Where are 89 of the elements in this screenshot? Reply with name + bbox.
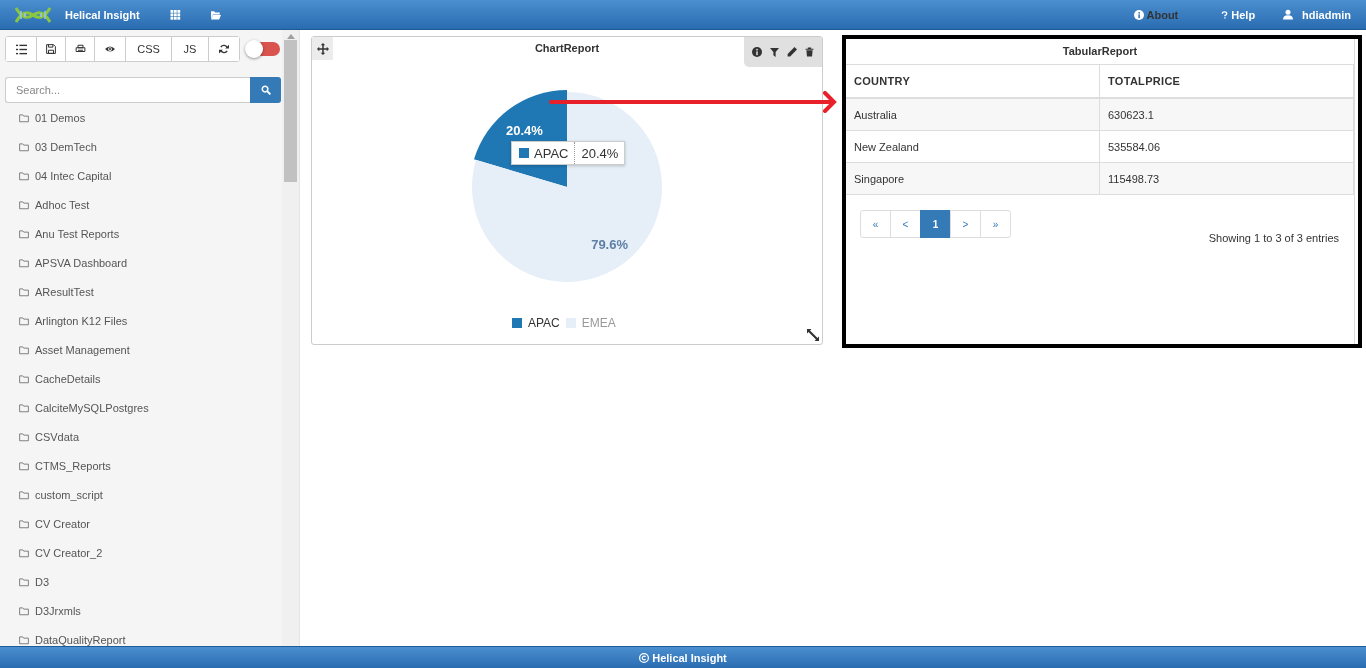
- tooltip-label: APAC: [534, 145, 569, 161]
- tooltip-value: 20.4%: [580, 145, 620, 161]
- search-button[interactable]: [250, 77, 281, 103]
- folder-item[interactable]: 03 DemTech: [5, 140, 282, 154]
- color-swatch: [519, 148, 529, 158]
- folder-icon: [18, 200, 30, 210]
- folder-item[interactable]: CTMS_Reports: [5, 459, 282, 473]
- folder-icon: [18, 316, 30, 326]
- move-handle[interactable]: [312, 37, 333, 60]
- folder-item[interactable]: CacheDetails: [5, 372, 282, 386]
- help-link[interactable]: Help: [1221, 8, 1256, 21]
- list-icon: [15, 43, 27, 55]
- folder-item[interactable]: Adhoc Test: [5, 198, 282, 212]
- page-button[interactable]: >: [950, 210, 981, 238]
- color-swatch: [565, 318, 576, 328]
- folder-item[interactable]: CalciteMySQLPostgres: [5, 401, 282, 415]
- page-button[interactable]: 1: [920, 210, 951, 238]
- folder-item[interactable]: CSVdata: [5, 430, 282, 444]
- search-icon: [260, 85, 271, 95]
- folder-item[interactable]: DataQualityReport: [5, 633, 282, 646]
- pencil-icon: [787, 47, 797, 57]
- app-title: Helical Insight: [65, 8, 140, 21]
- scroll-thumb[interactable]: [284, 40, 297, 182]
- folder-icon: [18, 287, 30, 297]
- folder-item[interactable]: CV Creator: [5, 517, 282, 531]
- user-icon: [1283, 9, 1294, 20]
- toggle-switch[interactable]: [246, 42, 280, 56]
- folder-icon: [18, 461, 30, 471]
- folder-icon: [18, 345, 30, 355]
- color-swatch: [512, 318, 522, 328]
- refresh-icon: [219, 44, 229, 54]
- folder-item[interactable]: AResultTest: [5, 285, 282, 299]
- table-cell: 115498.73: [1099, 162, 1354, 195]
- folder-icon: [18, 548, 30, 558]
- table-cell: 630623.1: [1099, 98, 1354, 131]
- data-label: 79.6%: [591, 237, 629, 253]
- folder-icon: [18, 374, 30, 384]
- data-label: 20.4%: [505, 122, 543, 138]
- trash-icon: [805, 47, 814, 57]
- info-circle-icon: [752, 47, 762, 57]
- folder-icon: [18, 171, 30, 181]
- user-link[interactable]: hdiadmin: [1283, 8, 1351, 21]
- move-icon: [316, 42, 329, 55]
- scrollbar[interactable]: [282, 30, 299, 646]
- table-cell: Singapore: [846, 162, 1100, 195]
- folder-icon: [18, 403, 30, 413]
- filter-icon: [770, 47, 779, 57]
- folder-item[interactable]: Anu Test Reports: [5, 227, 282, 241]
- folder-item[interactable]: APSVA Dashboard: [5, 256, 282, 270]
- table-cell: New Zealand: [846, 130, 1100, 163]
- folder-icon: [18, 113, 30, 123]
- search-field[interactable]: Search...: [5, 77, 250, 103]
- folder-icon: [18, 490, 30, 500]
- copyright-icon: [639, 652, 650, 663]
- logo-icon: [15, 5, 51, 24]
- table-cell: Australia: [846, 98, 1100, 131]
- folder-item[interactable]: 01 Demos: [5, 111, 282, 125]
- folder-item[interactable]: custom_script: [5, 488, 282, 502]
- folder-icon: [18, 635, 30, 645]
- folder-icon: [18, 229, 30, 239]
- page-button[interactable]: <: [890, 210, 921, 238]
- folder-icon: [18, 258, 30, 268]
- list-button[interactable]: [6, 37, 37, 61]
- folder-item[interactable]: D3: [5, 575, 282, 589]
- chart-title: ChartReport: [534, 42, 600, 54]
- print-icon: [74, 44, 86, 54]
- folder-icon: [18, 577, 30, 587]
- folder-item[interactable]: Arlington K12 Files: [5, 314, 282, 328]
- pie-slice[interactable]: [472, 92, 662, 282]
- table-cell: 535584.06: [1099, 130, 1354, 163]
- save-icon: [46, 44, 56, 54]
- folder-icon: [18, 606, 30, 616]
- folder-item[interactable]: Asset Management: [5, 343, 282, 357]
- folder-icon: [18, 519, 30, 529]
- folder-item[interactable]: CV Creator_2: [5, 546, 282, 560]
- info-icon: [1133, 9, 1144, 20]
- eye-icon: [104, 44, 116, 54]
- folder-item[interactable]: D3Jrxmls: [5, 604, 282, 618]
- entries-info: Showing 1 to 3 of 3 entries: [1208, 232, 1339, 244]
- folder-icon: [18, 432, 30, 442]
- page-button[interactable]: »: [980, 210, 1011, 238]
- resize-icon: [807, 329, 819, 341]
- folder-icon: [18, 142, 30, 152]
- page-button[interactable]: «: [860, 210, 891, 238]
- question-icon: [1221, 9, 1229, 20]
- folder-item[interactable]: 04 Intec Capital: [5, 169, 282, 183]
- footer-text: Helical Insight: [652, 651, 727, 664]
- table-title: TabularReport: [1061, 44, 1139, 59]
- legend-item[interactable]: APAC: [512, 316, 560, 330]
